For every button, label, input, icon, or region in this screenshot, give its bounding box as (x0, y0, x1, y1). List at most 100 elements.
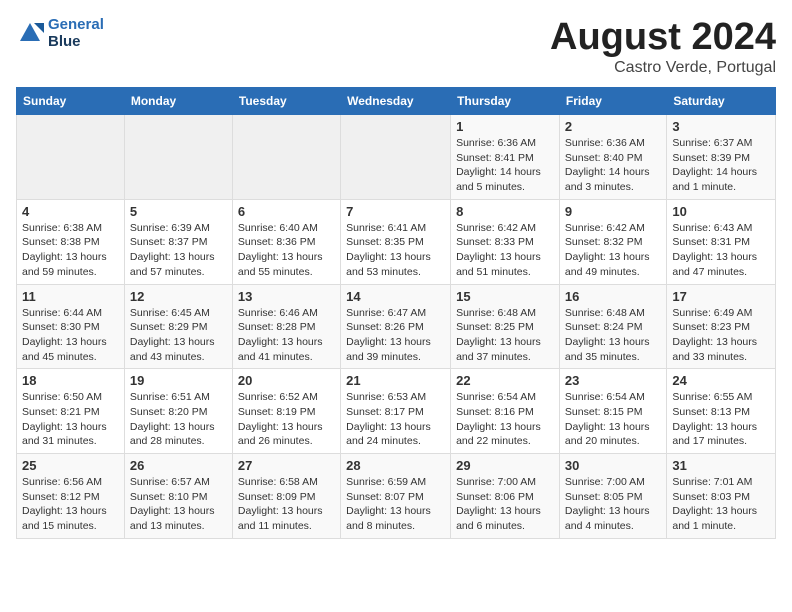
day-number: 1 (456, 119, 554, 134)
logo-icon (16, 19, 44, 47)
cell-content: Sunrise: 6:37 AMSunset: 8:39 PMDaylight:… (672, 136, 770, 195)
calendar-cell: 13Sunrise: 6:46 AMSunset: 8:28 PMDayligh… (232, 284, 340, 369)
cell-content: Sunrise: 6:55 AMSunset: 8:13 PMDaylight:… (672, 390, 770, 449)
day-number: 15 (456, 289, 554, 304)
calendar-cell: 23Sunrise: 6:54 AMSunset: 8:15 PMDayligh… (559, 369, 666, 454)
calendar-cell: 15 Sunrise: 6:48 AMSunset: 8:25 PMDayligh… (451, 284, 560, 369)
day-number: 28 (346, 458, 445, 473)
calendar-table: SundayMondayTuesdayWednesdayThursdayFrid… (16, 87, 776, 539)
column-header-tuesday: Tuesday (232, 88, 340, 115)
day-number: 27 (238, 458, 335, 473)
calendar-cell (124, 115, 232, 200)
day-number: 6 (238, 204, 335, 219)
cell-content: Sunrise: 6:57 AMSunset: 8:10 PMDaylight:… (130, 475, 227, 534)
title-block: August 2024 Castro Verde, Portugal (550, 16, 776, 77)
day-number: 11 (22, 289, 119, 304)
cell-content: Sunrise: 6:43 AMSunset: 8:31 PMDaylight:… (672, 221, 770, 280)
cell-content: Sunrise: 6:54 AMSunset: 8:16 PMDaylight:… (456, 390, 554, 449)
day-number: 12 (130, 289, 227, 304)
day-number: 4 (22, 204, 119, 219)
calendar-cell: 9 Sunrise: 6:42 AMSunset: 8:32 PMDaylight… (559, 199, 666, 284)
cell-content: Sunrise: 6:36 AMSunset: 8:41 PMDaylight:… (456, 136, 554, 195)
day-number: 18 (22, 373, 119, 388)
cell-content: Sunrise: 6:56 AMSunset: 8:12 PMDaylight:… (22, 475, 119, 534)
calendar-cell: 14 Sunrise: 6:47 AMSunset: 8:26 PMDayligh… (341, 284, 451, 369)
logo-text: General Blue (48, 16, 104, 50)
calendar-cell: 6Sunrise: 6:40 AMSunset: 8:36 PMDaylight… (232, 199, 340, 284)
calendar-cell: 24 Sunrise: 6:55 AMSunset: 8:13 PMDayligh… (667, 369, 776, 454)
day-number: 20 (238, 373, 335, 388)
day-number: 16 (565, 289, 661, 304)
calendar-cell: 3 Sunrise: 6:37 AMSunset: 8:39 PMDaylight… (667, 115, 776, 200)
month-title: August 2024 (550, 16, 776, 59)
column-header-thursday: Thursday (451, 88, 560, 115)
cell-content: Sunrise: 6:39 AMSunset: 8:37 PMDaylight:… (130, 221, 227, 280)
calendar-cell: 26 Sunrise: 6:57 AMSunset: 8:10 PMDayligh… (124, 454, 232, 539)
cell-content: Sunrise: 6:58 AMSunset: 8:09 PMDaylight:… (238, 475, 335, 534)
cell-content: Sunrise: 6:48 AMSunset: 8:25 PMDaylight:… (456, 306, 554, 365)
cell-content: Sunrise: 7:00 AMSunset: 8:06 PMDaylight:… (456, 475, 554, 534)
calendar-cell: 4 Sunrise: 6:38 AMSunset: 8:38 PMDaylight… (17, 199, 125, 284)
day-number: 26 (130, 458, 227, 473)
day-number: 31 (672, 458, 770, 473)
calendar-cell: 18Sunrise: 6:50 AMSunset: 8:21 PMDayligh… (17, 369, 125, 454)
cell-content: Sunrise: 6:42 AMSunset: 8:32 PMDaylight:… (565, 221, 661, 280)
cell-content: Sunrise: 6:54 AMSunset: 8:15 PMDaylight:… (565, 390, 661, 449)
cell-content: Sunrise: 6:41 AMSunset: 8:35 PMDaylight:… (346, 221, 445, 280)
calendar-cell (232, 115, 340, 200)
calendar-cell: 1 Sunrise: 6:36 AMSunset: 8:41 PMDaylight… (451, 115, 560, 200)
cell-content: Sunrise: 7:01 AMSunset: 8:03 PMDaylight:… (672, 475, 770, 534)
day-number: 7 (346, 204, 445, 219)
day-number: 22 (456, 373, 554, 388)
calendar-cell: 10 Sunrise: 6:43 AMSunset: 8:31 PMDayligh… (667, 199, 776, 284)
logo: General Blue (16, 16, 104, 50)
column-header-wednesday: Wednesday (341, 88, 451, 115)
calendar-cell: 8 Sunrise: 6:42 AMSunset: 8:33 PMDaylight… (451, 199, 560, 284)
day-number: 8 (456, 204, 554, 219)
day-number: 30 (565, 458, 661, 473)
day-number: 3 (672, 119, 770, 134)
cell-content: Sunrise: 6:52 AMSunset: 8:19 PMDaylight:… (238, 390, 335, 449)
calendar-cell: 21 Sunrise: 6:53 AMSunset: 8:17 PMDayligh… (341, 369, 451, 454)
column-header-saturday: Saturday (667, 88, 776, 115)
cell-content: Sunrise: 6:48 AMSunset: 8:24 PMDaylight:… (565, 306, 661, 365)
day-number: 29 (456, 458, 554, 473)
cell-content: Sunrise: 6:46 AMSunset: 8:28 PMDaylight:… (238, 306, 335, 365)
day-number: 21 (346, 373, 445, 388)
cell-content: Sunrise: 6:45 AMSunset: 8:29 PMDaylight:… (130, 306, 227, 365)
calendar-cell: 19 Sunrise: 6:51 AMSunset: 8:20 PMDayligh… (124, 369, 232, 454)
day-number: 10 (672, 204, 770, 219)
day-number: 24 (672, 373, 770, 388)
calendar-cell: 27 Sunrise: 6:58 AMSunset: 8:09 PMDayligh… (232, 454, 340, 539)
calendar-cell: 11Sunrise: 6:44 AMSunset: 8:30 PMDayligh… (17, 284, 125, 369)
page-header: General Blue August 2024 Castro Verde, P… (16, 16, 776, 77)
day-number: 17 (672, 289, 770, 304)
cell-content: Sunrise: 6:53 AMSunset: 8:17 PMDaylight:… (346, 390, 445, 449)
day-number: 2 (565, 119, 661, 134)
week-row-5: 25Sunrise: 6:56 AMSunset: 8:12 PMDayligh… (17, 454, 776, 539)
cell-content: Sunrise: 7:00 AMSunset: 8:05 PMDaylight:… (565, 475, 661, 534)
calendar-cell: 25Sunrise: 6:56 AMSunset: 8:12 PMDayligh… (17, 454, 125, 539)
week-row-4: 18Sunrise: 6:50 AMSunset: 8:21 PMDayligh… (17, 369, 776, 454)
calendar-cell: 5 Sunrise: 6:39 AMSunset: 8:37 PMDaylight… (124, 199, 232, 284)
calendar-header-row: SundayMondayTuesdayWednesdayThursdayFrid… (17, 88, 776, 115)
day-number: 5 (130, 204, 227, 219)
calendar-cell: 22 Sunrise: 6:54 AMSunset: 8:16 PMDayligh… (451, 369, 560, 454)
cell-content: Sunrise: 6:51 AMSunset: 8:20 PMDaylight:… (130, 390, 227, 449)
cell-content: Sunrise: 6:47 AMSunset: 8:26 PMDaylight:… (346, 306, 445, 365)
day-number: 14 (346, 289, 445, 304)
column-header-sunday: Sunday (17, 88, 125, 115)
column-header-friday: Friday (559, 88, 666, 115)
cell-content: Sunrise: 6:38 AMSunset: 8:38 PMDaylight:… (22, 221, 119, 280)
week-row-1: 1 Sunrise: 6:36 AMSunset: 8:41 PMDaylight… (17, 115, 776, 200)
cell-content: Sunrise: 6:49 AMSunset: 8:23 PMDaylight:… (672, 306, 770, 365)
location: Castro Verde, Portugal (550, 59, 776, 77)
week-row-2: 4 Sunrise: 6:38 AMSunset: 8:38 PMDaylight… (17, 199, 776, 284)
day-number: 9 (565, 204, 661, 219)
calendar-cell: 17 Sunrise: 6:49 AMSunset: 8:23 PMDayligh… (667, 284, 776, 369)
cell-content: Sunrise: 6:42 AMSunset: 8:33 PMDaylight:… (456, 221, 554, 280)
day-number: 19 (130, 373, 227, 388)
week-row-3: 11Sunrise: 6:44 AMSunset: 8:30 PMDayligh… (17, 284, 776, 369)
calendar-cell (17, 115, 125, 200)
calendar-cell: 12 Sunrise: 6:45 AMSunset: 8:29 PMDayligh… (124, 284, 232, 369)
